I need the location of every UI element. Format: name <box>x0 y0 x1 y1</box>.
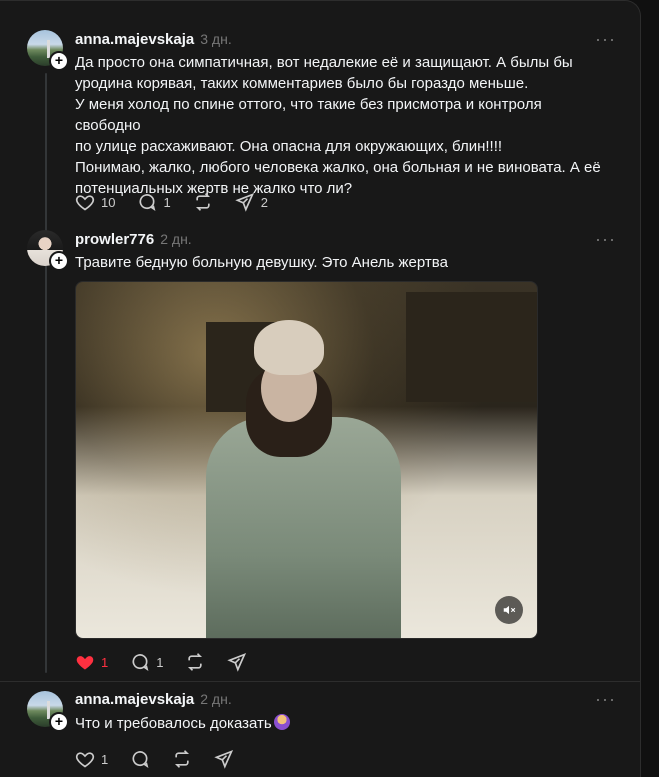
share-button[interactable] <box>227 652 247 672</box>
post-header: anna.majevskaja 2 дн. <box>75 691 232 708</box>
post-text: Что и требовалось доказать <box>75 713 610 734</box>
text-line: уродина корявая, таких комментариев было… <box>75 75 529 92</box>
comment-icon <box>132 751 149 768</box>
like-button[interactable]: 1 <box>75 652 108 672</box>
share-icon <box>214 749 234 769</box>
username[interactable]: anna.majevskaja <box>75 31 194 48</box>
thread-line <box>45 73 47 673</box>
divider <box>0 681 640 682</box>
repost-button[interactable] <box>172 749 192 769</box>
repost-button[interactable] <box>185 652 205 672</box>
like-button[interactable]: 10 <box>75 192 115 212</box>
share-count: 2 <box>260 194 268 210</box>
more-icon[interactable]: ··· <box>595 29 616 50</box>
post-header: anna.majevskaja 3 дн. <box>75 31 232 48</box>
scrollbar[interactable] <box>641 0 659 777</box>
text-line: Понимаю, жалко, любого человека жалко, о… <box>75 159 601 176</box>
comment-icon <box>132 654 149 671</box>
username[interactable]: anna.majevskaja <box>75 691 194 708</box>
text-line: Да просто она симпатичная, вот недалекие… <box>75 54 573 71</box>
follow-plus-icon[interactable]: + <box>49 251 69 271</box>
video-figure-hat <box>254 320 324 375</box>
reply-button[interactable]: 1 <box>130 652 163 672</box>
post-text: Да просто она симпатичная, вот недалекие… <box>75 52 610 199</box>
share-icon <box>235 192 254 212</box>
repost-button[interactable] <box>193 192 213 212</box>
more-icon[interactable]: ··· <box>595 689 616 710</box>
text-line: У меня холод по спине оттого, что такие … <box>75 96 542 134</box>
timestamp[interactable]: 3 дн. <box>200 31 231 47</box>
share-button[interactable]: 2 <box>235 192 268 212</box>
repost-icon <box>188 653 203 671</box>
follow-plus-icon[interactable]: + <box>49 51 69 71</box>
post-actions: 10 1 2 <box>75 192 268 212</box>
heart-filled-icon <box>76 656 94 670</box>
username[interactable]: prowler776 <box>75 231 154 248</box>
timestamp[interactable]: 2 дн. <box>200 691 231 707</box>
more-icon[interactable]: ··· <box>595 229 616 250</box>
like-count: 1 <box>101 654 109 670</box>
share-icon <box>227 652 247 672</box>
heart-icon <box>75 752 95 768</box>
like-count: 1 <box>101 751 109 767</box>
video-house <box>406 292 537 402</box>
post-header: prowler776 2 дн. <box>75 231 192 248</box>
person-shrugging-emoji-icon <box>273 714 290 730</box>
post-text: Травите бедную больную девушку. Это Анел… <box>75 254 448 271</box>
timestamp[interactable]: 2 дн. <box>160 231 191 247</box>
heart-icon <box>75 195 95 211</box>
reply-count: 1 <box>156 654 164 670</box>
mute-icon <box>503 605 516 615</box>
like-button[interactable]: 1 <box>75 749 108 769</box>
reply-count: 1 <box>163 194 171 210</box>
post-actions: 1 <box>75 749 234 769</box>
share-button[interactable] <box>214 749 234 769</box>
like-count: 10 <box>101 194 116 210</box>
reply-button[interactable]: 1 <box>137 192 171 212</box>
repost-icon <box>175 750 190 768</box>
comment-icon <box>139 194 156 211</box>
mute-button[interactable] <box>495 596 523 624</box>
post-actions: 1 1 <box>75 652 247 672</box>
repost-icon <box>195 193 210 211</box>
reply-button[interactable] <box>130 749 150 769</box>
post-text-content: Что и требовалось доказать <box>75 715 272 732</box>
text-line: по улице расхаживают. Она опасна для окр… <box>75 138 503 155</box>
follow-plus-icon[interactable]: + <box>49 712 69 732</box>
thread-panel: + anna.majevskaja 3 дн. ··· Да просто она… <box>0 0 641 777</box>
video-player[interactable] <box>75 281 538 639</box>
